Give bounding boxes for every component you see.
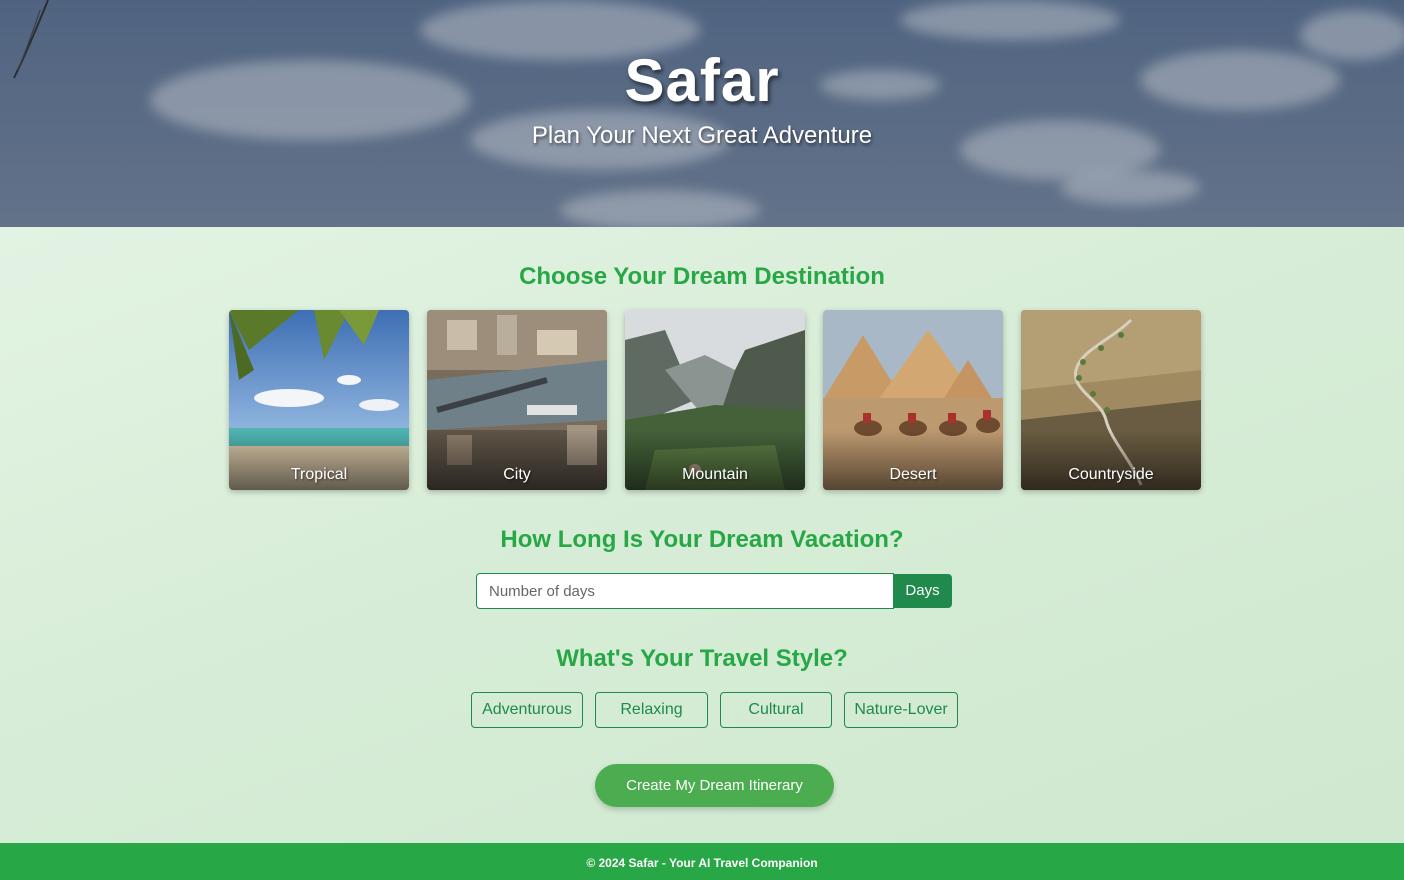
days-input[interactable]: [476, 573, 894, 609]
style-button-relaxing[interactable]: Relaxing: [595, 692, 708, 728]
travel-style-heading: What's Your Travel Style?: [556, 645, 848, 672]
destination-label: Countryside: [1068, 466, 1154, 483]
create-itinerary-button[interactable]: Create My Dream Itinerary: [595, 764, 834, 807]
style-button-nature-lover[interactable]: Nature-Lover: [844, 692, 958, 728]
destination-label: Tropical: [290, 466, 348, 483]
days-addon: Days: [893, 574, 952, 608]
style-button-adventurous[interactable]: Adventurous: [471, 692, 583, 728]
destination-label: City: [503, 466, 531, 483]
destination-card-mountain[interactable]: Mountain: [625, 310, 805, 490]
destination-label: Desert: [889, 466, 937, 483]
footer: © 2024 Safar - Your AI Travel Companion: [0, 843, 1404, 880]
style-button-cultural[interactable]: Cultural: [720, 692, 832, 728]
destination-heading: Choose Your Dream Destination: [519, 263, 885, 290]
destination-card-city[interactable]: City: [427, 310, 607, 490]
destination-card-tropical[interactable]: Tropical: [229, 310, 409, 490]
destination-card-desert[interactable]: Desert: [823, 310, 1003, 490]
duration-heading: How Long Is Your Dream Vacation?: [500, 526, 904, 553]
destination-card-countryside[interactable]: Countryside: [1021, 310, 1201, 490]
site-title: Safar: [624, 47, 780, 114]
destination-label: Mountain: [682, 466, 748, 483]
hero-banner: Safar Plan Your Next Great Adventure: [0, 0, 1404, 227]
site-tagline: Plan Your Next Great Adventure: [531, 122, 873, 149]
footer-text: © 2024 Safar - Your AI Travel Companion: [586, 856, 818, 870]
